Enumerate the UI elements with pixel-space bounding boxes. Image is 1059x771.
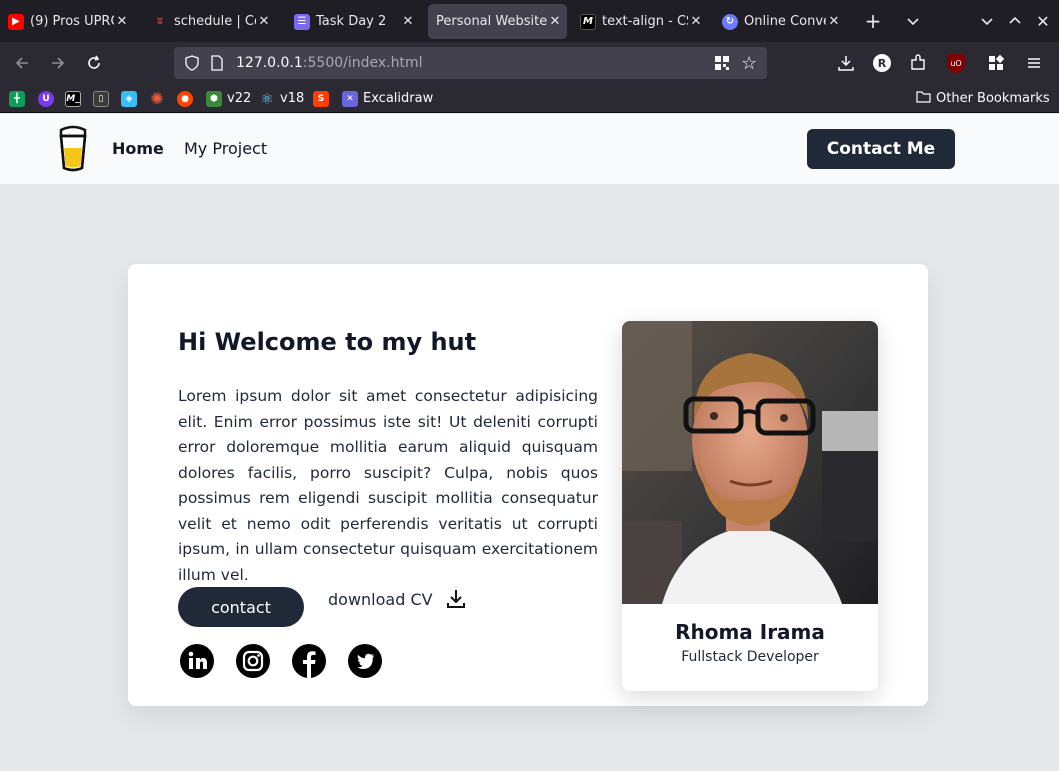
- burst-icon: ✺: [150, 89, 164, 108]
- bookmark-burst[interactable]: ✺: [149, 89, 170, 108]
- download-cv-label: download CV: [328, 589, 433, 609]
- file-icon: ◈: [121, 90, 137, 107]
- download-cv-link[interactable]: download CV: [328, 588, 467, 610]
- site-header: Home My Project Contact Me: [0, 114, 1059, 184]
- bookmark-label: v22: [227, 91, 252, 106]
- url-host: 127.0.0.1: [236, 55, 303, 71]
- bookmark-reddit[interactable]: ●: [177, 90, 198, 107]
- profile-avatar[interactable]: R: [870, 51, 894, 75]
- close-icon[interactable]: ✕: [826, 14, 842, 29]
- mdn-icon: M: [580, 13, 596, 30]
- coffee-cup-logo[interactable]: [55, 124, 91, 174]
- tab-title: Task Day 2: [316, 14, 387, 29]
- url-bar[interactable]: 127.0.0.1:5500/index.html ☆: [174, 47, 767, 79]
- bookmark-node[interactable]: ⬢ v22: [206, 90, 251, 107]
- bookmark-label: Excalidraw: [363, 91, 434, 106]
- tab-text-align[interactable]: M text-align - CS ✕: [572, 4, 708, 39]
- bookmark-sheets[interactable]: ╋: [9, 90, 30, 107]
- qr-grid-icon[interactable]: [714, 55, 730, 75]
- linkedin-icon[interactable]: [180, 644, 214, 678]
- bookmark-react[interactable]: ⚛ v18: [259, 89, 305, 108]
- back-icon[interactable]: [10, 51, 34, 75]
- bookmarks-bar: ╋ U M_ ▯ ◈ ✺ ● ⬢ v22 ⚛ v18 S ✕ Excalidra…: [0, 84, 1059, 113]
- download-icon: [445, 588, 467, 610]
- tab-list-chevron-icon[interactable]: [902, 10, 924, 32]
- forward-icon[interactable]: [46, 51, 70, 75]
- contact-me-button[interactable]: Contact Me: [807, 129, 955, 169]
- bookmark-ml[interactable]: M_: [65, 90, 86, 107]
- extension-icon: U: [38, 90, 54, 107]
- tab-title: schedule | Co: [174, 14, 256, 29]
- bookmark-excalidraw[interactable]: ✕ Excalidraw: [342, 90, 433, 107]
- tab-task-day-2[interactable]: ☰ Task Day 2 ✕: [286, 4, 420, 39]
- close-icon[interactable]: ✕: [547, 14, 563, 29]
- window-close-icon[interactable]: ✕: [1032, 10, 1054, 32]
- bookmark-file[interactable]: ◈: [121, 90, 142, 107]
- excalidraw-icon: ✕: [342, 90, 358, 107]
- close-icon[interactable]: ✕: [114, 14, 130, 29]
- url-text[interactable]: 127.0.0.1:5500/index.html: [236, 55, 423, 71]
- shield-icon[interactable]: [184, 55, 200, 75]
- bookmark-book[interactable]: ▯: [93, 90, 114, 107]
- maximize-chevron-icon[interactable]: [1004, 10, 1026, 32]
- other-bookmarks[interactable]: Other Bookmarks: [916, 90, 1050, 107]
- instagram-icon[interactable]: [236, 644, 270, 678]
- bookmark-label: v18: [280, 91, 305, 106]
- ublock-icon[interactable]: uO: [944, 51, 968, 75]
- close-icon[interactable]: ✕: [256, 14, 272, 29]
- hero-heading: Hi Welcome to my hut: [178, 328, 477, 356]
- close-icon[interactable]: ✕: [688, 14, 704, 29]
- list-icon: ☰: [294, 13, 310, 30]
- hero-card: Hi Welcome to my hut Lorem ipsum dolor s…: [128, 264, 928, 706]
- profile-card: Rhoma Irama Fullstack Developer: [622, 321, 878, 691]
- profile-initial: R: [873, 54, 891, 72]
- tab-title: text-align - CS: [602, 14, 688, 29]
- new-tab-icon[interactable]: +: [862, 9, 884, 33]
- bookmark-svelte[interactable]: S: [313, 90, 334, 107]
- codewars-icon: ʬ: [157, 16, 163, 27]
- book-icon: ▯: [93, 90, 109, 107]
- react-icon: ⚛: [260, 89, 274, 108]
- twitter-icon[interactable]: [348, 644, 382, 678]
- tab-youtube[interactable]: ▶ (9) Pros UPRO ✕: [0, 4, 134, 39]
- bookmark-extension[interactable]: U: [38, 90, 59, 107]
- facebook-icon[interactable]: [292, 644, 326, 678]
- tab-online-converter[interactable]: ↻ Online Conve ✕: [714, 4, 846, 39]
- menu-icon[interactable]: [1022, 51, 1046, 75]
- hero-bio: Lorem ipsum dolor sit amet consectetur a…: [178, 387, 598, 584]
- browser-tab-bar: ▶ (9) Pros UPRO ✕ ʬ schedule | Co ✕ ☰ Ta…: [0, 0, 1059, 42]
- close-icon[interactable]: ✕: [400, 14, 416, 29]
- extensions-icon[interactable]: [906, 51, 930, 75]
- browser-navigation-bar: 127.0.0.1:5500/index.html ☆ R uO: [0, 42, 1059, 84]
- profile-photo: [622, 321, 878, 604]
- star-bookmark-icon[interactable]: ☆: [741, 53, 757, 74]
- reload-icon[interactable]: [82, 51, 106, 75]
- svelte-icon: S: [313, 90, 329, 107]
- minimize-chevron-icon[interactable]: [976, 10, 998, 32]
- folder-icon: [916, 90, 931, 107]
- tab-schedule[interactable]: ʬ schedule | Co ✕: [144, 4, 276, 39]
- tab-title: Personal Website: [436, 14, 547, 29]
- sheets-icon: ╋: [9, 90, 25, 107]
- tab-title: Online Conve: [744, 14, 826, 29]
- other-bookmarks-label: Other Bookmarks: [936, 91, 1050, 106]
- url-path: :5500/index.html: [302, 55, 423, 71]
- converter-icon: ↻: [722, 13, 738, 30]
- ml-icon: M_: [65, 90, 81, 107]
- tab-personal-website[interactable]: Personal Website ✕: [428, 4, 567, 39]
- node-icon: ⬢: [206, 90, 222, 107]
- page-icon[interactable]: [210, 55, 224, 75]
- contact-button[interactable]: contact: [178, 587, 304, 627]
- downloads-icon[interactable]: [834, 51, 858, 75]
- tab-title: (9) Pros UPRO: [30, 14, 114, 29]
- apps-grid-icon[interactable]: [984, 51, 1008, 75]
- youtube-icon: ▶: [8, 13, 24, 30]
- profile-name: Rhoma Irama: [675, 620, 825, 644]
- reddit-icon: ●: [177, 90, 193, 107]
- profile-role: Fullstack Developer: [681, 649, 819, 665]
- nav-my-project-link[interactable]: My Project: [184, 139, 267, 158]
- nav-home-link[interactable]: Home: [112, 139, 164, 158]
